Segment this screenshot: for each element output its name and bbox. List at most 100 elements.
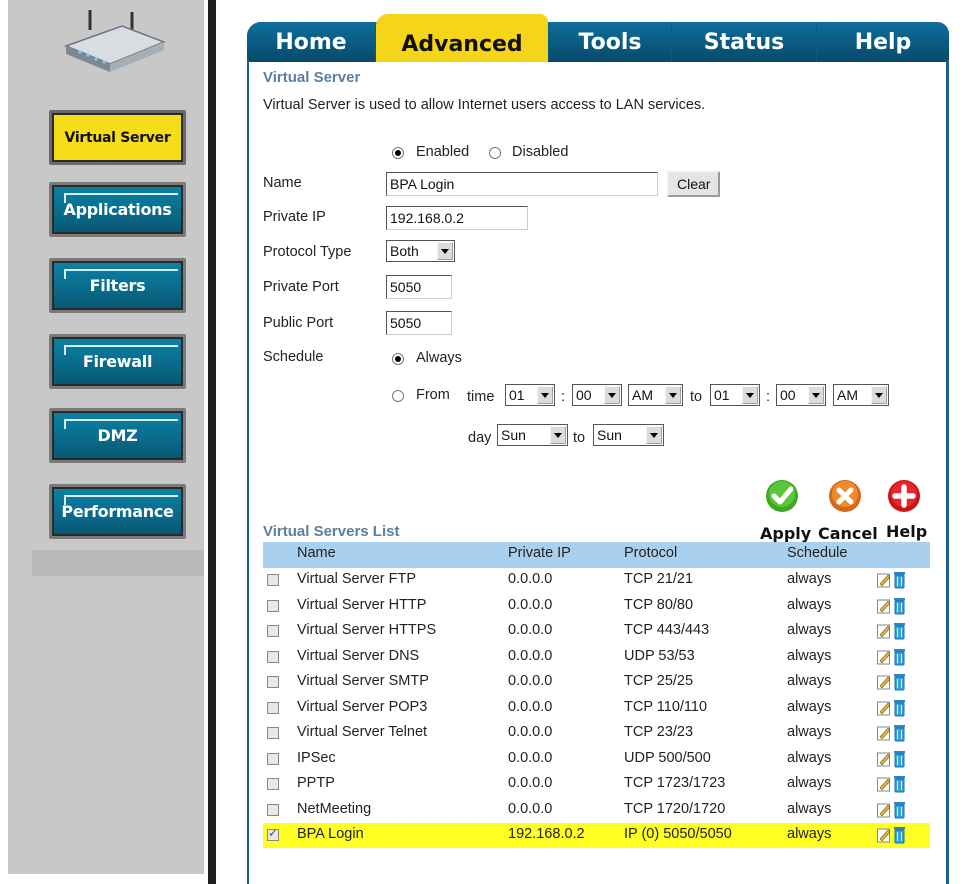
row-checkbox[interactable]: [267, 650, 279, 663]
clear-button[interactable]: Clear: [667, 171, 721, 197]
protocol-type-select[interactable]: Both: [386, 240, 455, 262]
tab-help[interactable]: Help: [817, 22, 949, 62]
row-checkbox[interactable]: [267, 676, 279, 688]
row-schedule: always: [787, 698, 832, 715]
row-protocol: IP (0) 5050/5050: [624, 826, 732, 842]
row-checkbox[interactable]: [267, 599, 279, 612]
row-private-ip: 0.0.0.0: [508, 800, 553, 817]
sidebar-item-label: Virtual Server: [64, 129, 171, 146]
row-checkbox[interactable]: [267, 625, 279, 637]
to-minute-select[interactable]: 00: [776, 384, 826, 406]
edit-icon[interactable]: [877, 827, 891, 843]
enabled-radio[interactable]: [392, 147, 404, 159]
trash-icon[interactable]: [893, 622, 906, 640]
edit-icon[interactable]: [877, 802, 891, 818]
sidebar-item-applications[interactable]: Applications: [49, 182, 186, 237]
row-protocol: UDP 53/53: [624, 647, 695, 664]
row-private-ip: 0.0.0.0: [508, 698, 553, 715]
private-ip-label: Private IP: [263, 209, 326, 225]
row-protocol: TCP 21/21: [624, 571, 694, 587]
sidebar-item-firewall[interactable]: Firewall: [49, 334, 186, 389]
sidebar-item-virtual-server[interactable]: Virtual Server: [49, 110, 186, 165]
trash-icon[interactable]: [893, 571, 906, 589]
always-radio[interactable]: [392, 353, 404, 365]
chevron-down-icon: [550, 426, 566, 444]
row-protocol: TCP 1720/1720: [624, 800, 726, 817]
help-button[interactable]: Help: [886, 522, 927, 541]
sidebar-item-dmz[interactable]: DMZ: [49, 408, 186, 463]
from-minute-select[interactable]: 00: [572, 384, 622, 406]
sidebar-item-label: DMZ: [97, 426, 138, 445]
tab-status[interactable]: Status: [672, 22, 816, 62]
edit-icon[interactable]: [877, 751, 891, 767]
trash-icon[interactable]: [893, 597, 906, 615]
to-label: to: [690, 389, 703, 405]
name-label: Name: [263, 175, 302, 191]
day-to-select[interactable]: Sun: [593, 424, 664, 446]
row-private-ip: 0.0.0.0: [508, 724, 553, 740]
private-port-input[interactable]: [386, 275, 452, 299]
checkmark-icon[interactable]: [765, 479, 799, 513]
name-input[interactable]: [386, 172, 658, 196]
sidebar-item-performance[interactable]: Performance: [49, 484, 186, 539]
trash-icon[interactable]: [893, 775, 906, 793]
apply-button[interactable]: Apply: [760, 524, 811, 543]
row-name: Virtual Server FTP: [297, 571, 416, 587]
trash-icon[interactable]: [893, 750, 906, 768]
row-checkbox[interactable]: [267, 752, 279, 765]
sidebar-item-filters[interactable]: Filters: [49, 258, 186, 313]
trash-icon[interactable]: [893, 699, 906, 717]
row-name: Virtual Server DNS: [297, 647, 420, 664]
trash-icon[interactable]: [893, 648, 906, 666]
disabled-radio[interactable]: [489, 147, 501, 159]
from-hour-select[interactable]: 01: [505, 384, 555, 406]
edit-icon[interactable]: [877, 572, 891, 588]
row-name: Virtual Server POP3: [297, 698, 428, 715]
edit-icon[interactable]: [877, 623, 891, 639]
trash-icon[interactable]: [893, 801, 906, 819]
to-hour-select[interactable]: 01: [710, 384, 760, 406]
to-ampm-select[interactable]: AM: [833, 384, 889, 406]
row-checkbox[interactable]: [267, 826, 279, 841]
row-schedule: always: [787, 749, 832, 766]
table-row: BPA Login 192.168.0.2 IP (0) 5050/5050 alwa…: [263, 823, 930, 848]
colon: :: [766, 389, 771, 405]
row-checkbox[interactable]: [267, 727, 279, 739]
cancel-icon[interactable]: [828, 479, 862, 513]
row-checkbox[interactable]: [267, 701, 279, 714]
from-radio[interactable]: [392, 390, 404, 402]
private-port-label: Private Port: [263, 279, 339, 295]
cancel-button[interactable]: Cancel: [818, 524, 878, 543]
edit-icon[interactable]: [877, 776, 891, 792]
row-name: Virtual Server HTTPS: [297, 622, 437, 638]
router-icon: [63, 10, 167, 72]
row-private-ip: 0.0.0.0: [508, 673, 553, 689]
public-port-input[interactable]: [386, 311, 452, 335]
trash-icon[interactable]: [893, 724, 906, 742]
row-checkbox[interactable]: [267, 778, 279, 790]
table-row: Virtual Server POP3 0.0.0.0 TCP 110/110 alw…: [263, 696, 930, 721]
row-checkbox[interactable]: [267, 803, 279, 816]
tab-advanced[interactable]: Advanced: [376, 14, 548, 62]
edit-icon[interactable]: [877, 674, 891, 690]
edit-icon[interactable]: [877, 598, 891, 614]
edit-icon[interactable]: [877, 649, 891, 665]
row-private-ip: 0.0.0.0: [508, 775, 553, 791]
table-row: Virtual Server Telnet 0.0.0.0 TCP 23/23 alw…: [263, 721, 930, 746]
private-ip-input[interactable]: [386, 206, 528, 230]
from-ampm-select[interactable]: AM: [628, 384, 683, 406]
day-from-select[interactable]: Sun: [497, 424, 568, 446]
row-protocol: UDP 500/500: [624, 749, 711, 766]
chevron-down-icon: [604, 386, 620, 404]
trash-icon[interactable]: [893, 673, 906, 691]
tab-tools[interactable]: Tools: [549, 22, 671, 62]
row-checkbox[interactable]: [267, 574, 279, 586]
row-protocol: TCP 25/25: [624, 673, 694, 689]
edit-icon[interactable]: [877, 700, 891, 716]
tab-home[interactable]: Home: [247, 22, 375, 62]
row-private-ip: 0.0.0.0: [508, 647, 553, 664]
edit-icon[interactable]: [877, 725, 891, 741]
trash-icon[interactable]: [893, 826, 906, 844]
help-icon[interactable]: [887, 479, 921, 513]
chevron-down-icon: [537, 386, 553, 404]
